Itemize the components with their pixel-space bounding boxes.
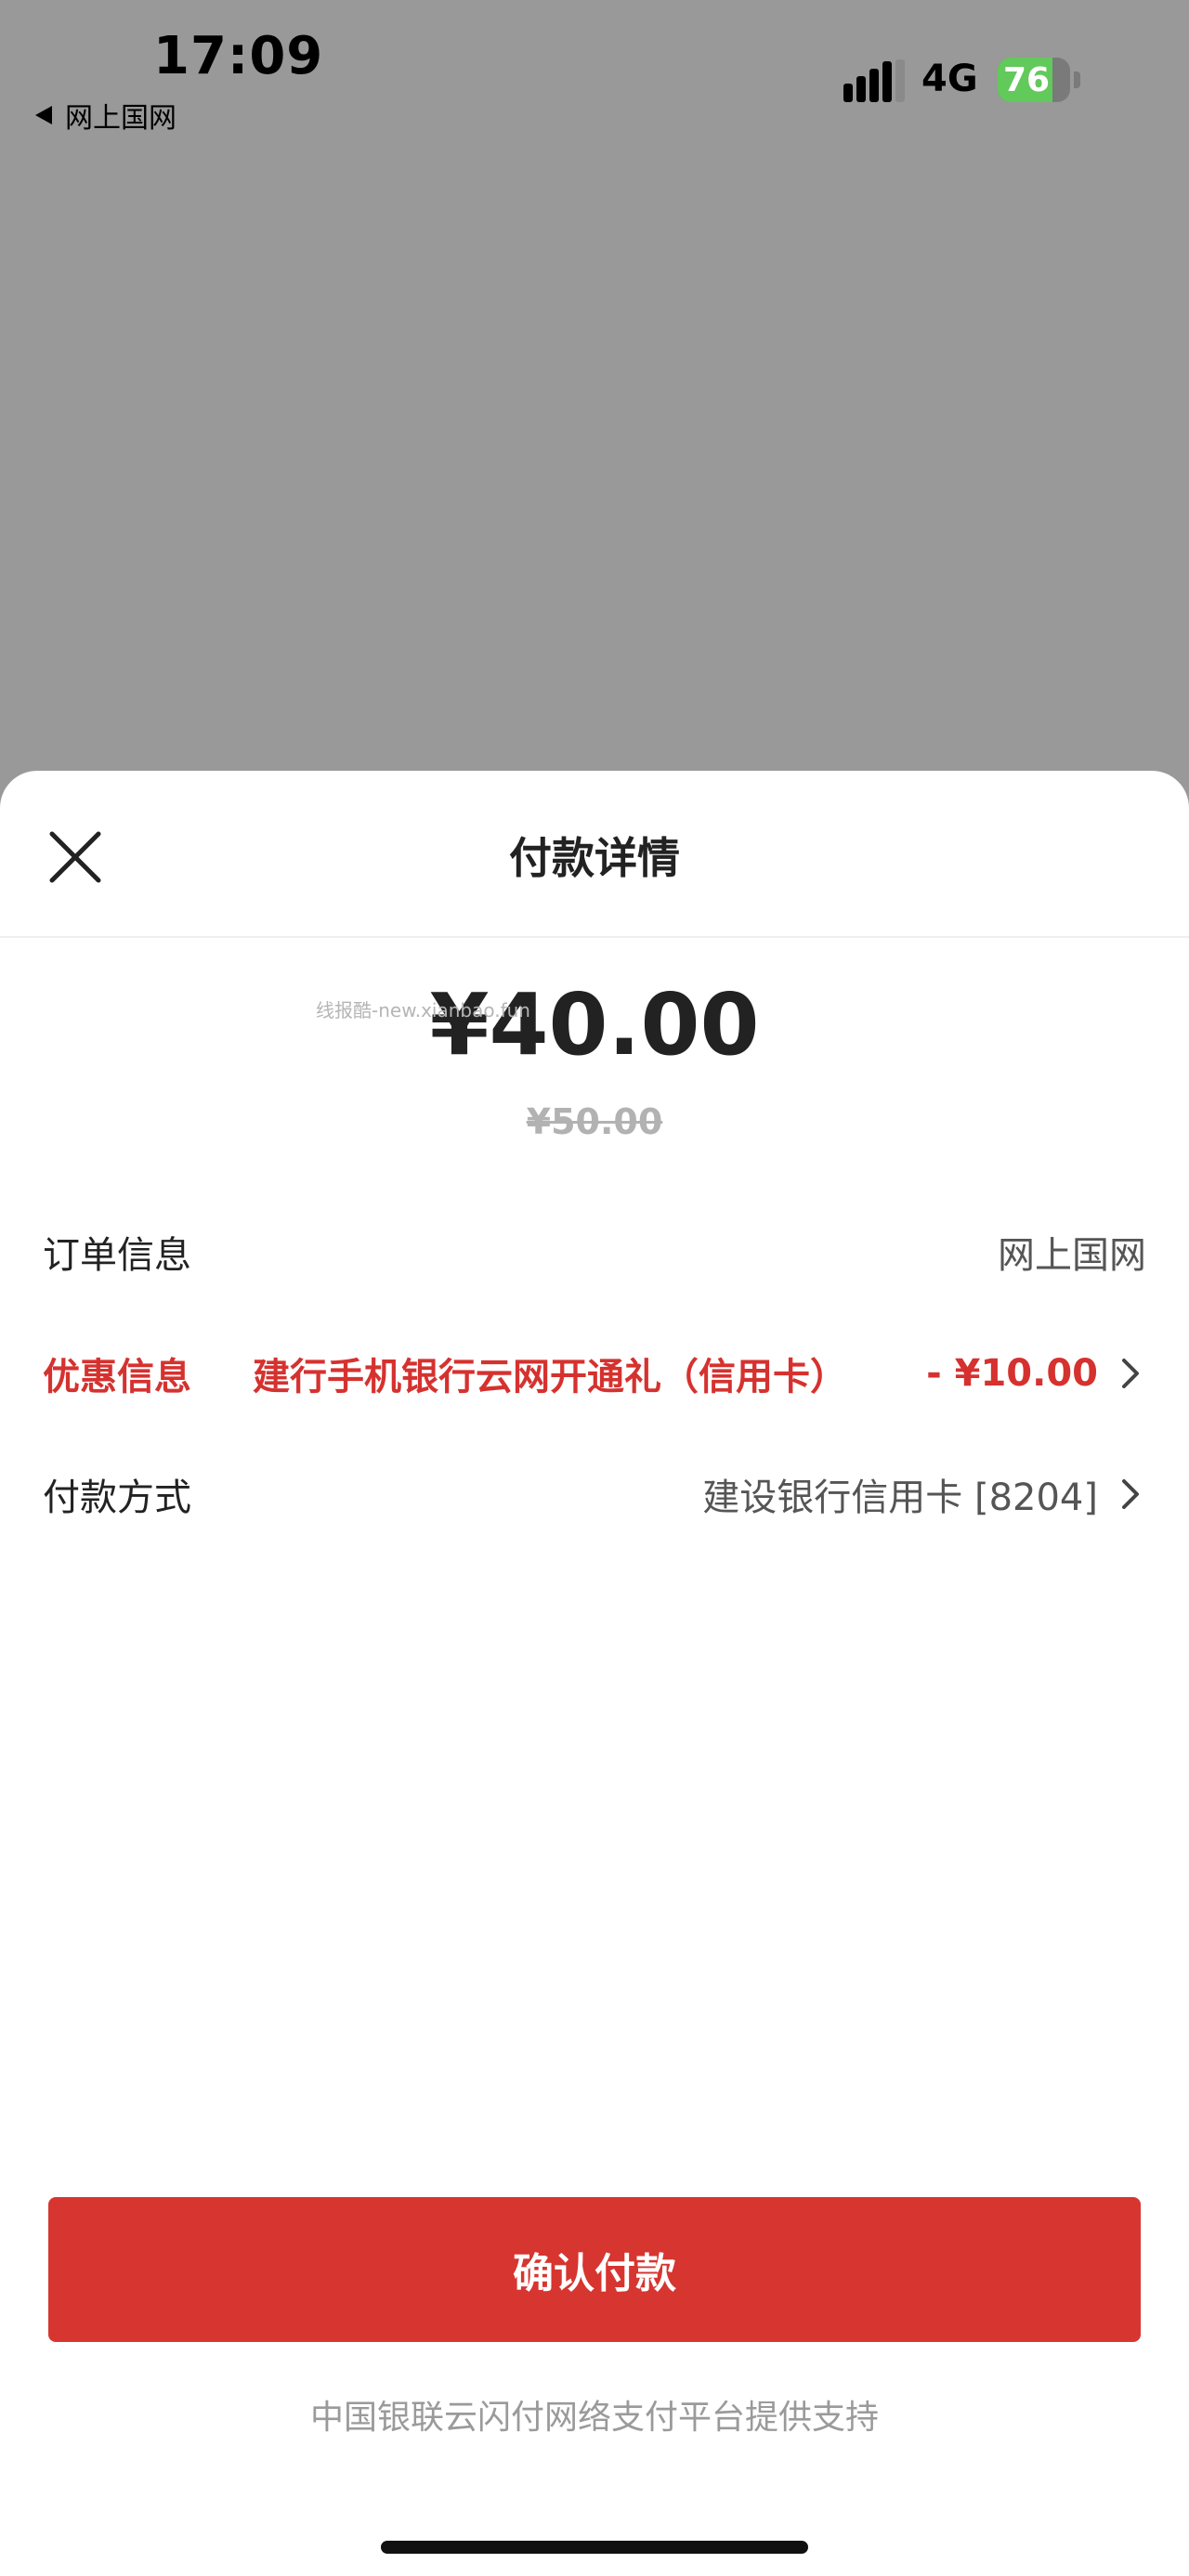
discount-info-label: 优惠信息 <box>43 1356 191 1399</box>
footer-note: 中国银联云闪付网络支付平台提供支持 <box>309 2399 879 2437</box>
status-time: 17:09 <box>153 26 324 86</box>
order-info-value: 网上国网 <box>998 1234 1146 1277</box>
order-info-row: 订单信息 网上国网 <box>43 1219 1146 1284</box>
payment-sheet: 付款详情 ¥40.00 线报酷-new.xianbao.fun ¥50.00 订… <box>0 771 1189 2576</box>
discount-name: 建行手机银行云网开通礼（信用卡） <box>253 1356 847 1399</box>
battery-indicator: 76 <box>998 58 1081 102</box>
payment-amount: ¥40.00 <box>429 975 760 1074</box>
sheet-title: 付款详情 <box>509 833 680 883</box>
discount-info-row[interactable]: 优惠信息 建行手机银行云网开通礼（信用卡） - ¥10.00 <box>43 1341 1146 1406</box>
chevron-right-icon <box>1122 1359 1139 1388</box>
payment-method-value: 建设银行信用卡 [8204] <box>702 1477 1098 1519</box>
home-indicator[interactable] <box>381 2541 808 2554</box>
battery-percent: 76 <box>1003 61 1051 99</box>
battery-cap <box>1074 72 1080 88</box>
watermark: 线报酷-new.xianbao.fun <box>316 999 530 1021</box>
status-bar: 17:09 网上国网 4G 76 <box>0 0 1189 149</box>
payment-method-label: 付款方式 <box>43 1477 191 1519</box>
order-info-label: 订单信息 <box>43 1234 191 1277</box>
chevron-right-icon <box>1122 1479 1139 1509</box>
signal-strength-icon <box>843 59 905 102</box>
back-to-app-link[interactable]: 网上国网 <box>35 95 176 136</box>
back-triangle-icon <box>35 106 52 124</box>
original-amount: ¥50.00 <box>526 1101 663 1142</box>
confirm-payment-button[interactable]: 确认付款 <box>48 2197 1141 2342</box>
sheet-header: 付款详情 <box>0 771 1189 938</box>
discount-amount: - ¥10.00 <box>926 1352 1098 1395</box>
payment-method-row[interactable]: 付款方式 建设银行信用卡 [8204] <box>43 1462 1146 1527</box>
network-type: 4G <box>921 58 978 100</box>
back-app-label: 网上国网 <box>65 102 176 135</box>
